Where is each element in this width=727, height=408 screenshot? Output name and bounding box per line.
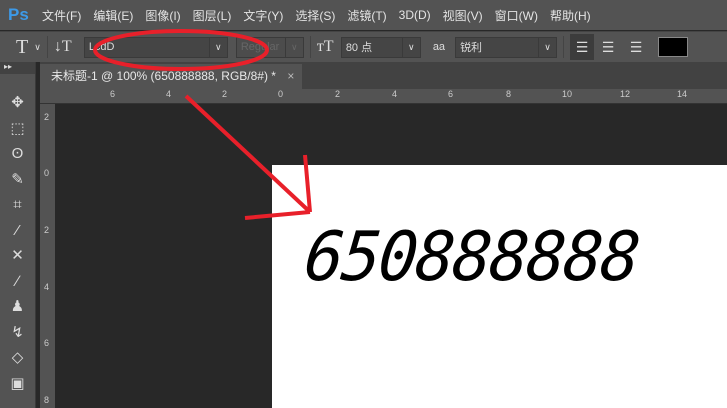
menu-filter[interactable]: 滤镜(T) [347,7,386,24]
ruler-label: 2 [44,225,50,235]
align-left-button[interactable]: ☰ [570,34,595,60]
horizontal-ruler: 6 4 2 0 2 4 6 8 10 12 14 [40,89,727,104]
ruler-label: 6 [110,89,116,99]
antialias-value: 锐利 [460,42,483,54]
chevron-down-icon: ∨ [208,37,227,57]
align-center-button[interactable]: ☰ [594,39,622,56]
font-family-select[interactable]: LcdD ∨ [83,36,228,58]
document-tab-bar: 未标题-1 @ 100% (650888888, RGB/8#) * × [40,62,727,89]
ruler-label: 10 [562,89,573,99]
menu-help[interactable]: 帮助(H) [550,7,591,24]
menu-image[interactable]: 图像(I) [145,7,180,24]
ruler-label: 6 [44,338,50,348]
menu-file[interactable]: 文件(F) [42,7,81,24]
chevron-down-icon: ∨ [401,37,420,57]
font-style-value: Regular [240,41,280,53]
antialias-icon: aa [432,41,446,53]
lasso-tool-icon[interactable]: ʘ [0,141,35,167]
ruler-label: 8 [506,89,512,99]
tools-panel: ▸▸ ✥ ⬚ ʘ ✎ ⌗ ⁄ ✕ ∕ ♟ ↯ ◇ ▣ [0,62,36,408]
ruler-label: 4 [392,89,398,99]
menu-type[interactable]: 文字(Y) [243,7,283,24]
chevron-down-icon: ∨ [538,37,556,57]
ruler-label: 14 [677,89,688,99]
orientation-toggle-icon[interactable]: ↓T [54,38,76,56]
type-tool-icon[interactable]: T [16,36,28,59]
ruler-label: 6 [448,89,454,99]
close-tab-icon[interactable]: × [287,69,294,83]
menu-bar: Ps 文件(F) 编辑(E) 图像(I) 图层(L) 文字(Y) 选择(S) 滤… [0,0,727,30]
move-tool-icon[interactable]: ✥ [0,90,35,116]
menu-3d[interactable]: 3D(D) [399,8,431,22]
menu-select[interactable]: 选择(S) [295,7,335,24]
quick-select-tool-icon[interactable]: ✎ [0,167,35,193]
ruler-label: 0 [278,89,284,99]
menu-edit[interactable]: 编辑(E) [93,7,133,24]
eyedropper-tool-icon[interactable]: ⁄ [0,218,35,244]
ruler-label: 4 [166,89,172,99]
menu-view[interactable]: 视图(V) [443,7,483,24]
font-size-select[interactable]: 80 点 ∨ [340,36,421,58]
font-family-value: LcdD [88,41,115,53]
stamp-tool-icon[interactable]: ♟ [0,294,35,320]
align-right-button[interactable]: ☰ [622,39,650,56]
options-bar: T ∨ ↓T LcdD ∨ Regular ∨ ᴛT 80 点 ∨ aa 锐利 ∨ ☰ … [0,31,727,62]
eraser-tool-icon[interactable]: ◇ [0,345,35,371]
ps-logo: Ps [8,5,29,24]
ruler-label: 12 [620,89,631,99]
font-size-icon: ᴛT [316,38,334,55]
chevron-down-icon: ∨ [284,37,303,57]
gradient-tool-icon[interactable]: ▣ [0,371,35,397]
menu-layer[interactable]: 图层(L) [193,7,232,24]
font-style-select[interactable]: Regular ∨ [235,36,304,58]
healing-tool-icon[interactable]: ✕ [0,243,35,269]
text-color-swatch[interactable] [658,37,689,57]
ruler-label: 4 [44,282,50,292]
document-tab-title: 未标题-1 @ 100% (650888888, RGB/8#) * [51,69,276,83]
vertical-ruler: 2 0 2 4 6 8 [40,104,55,408]
history-brush-tool-icon[interactable]: ↯ [0,320,35,346]
menu-window[interactable]: 窗口(W) [495,7,538,24]
ruler-label: 2 [335,89,341,99]
document-tab[interactable]: 未标题-1 @ 100% (650888888, RGB/8#) * × [40,64,302,89]
collapse-icon[interactable]: ▸▸ [0,62,35,74]
brush-tool-icon[interactable]: ∕ [0,269,35,295]
marquee-tool-icon[interactable]: ⬚ [0,116,35,142]
font-size-value: 80 点 [345,42,373,54]
antialias-select[interactable]: 锐利 ∨ [455,36,558,58]
ruler-label: 0 [44,168,50,178]
crop-tool-icon[interactable]: ⌗ [0,192,35,218]
canvas-text-layer[interactable]: 650888888 [301,218,642,297]
ruler-label: 2 [44,112,50,122]
chevron-down-icon[interactable]: ∨ [34,42,41,53]
ruler-label: 8 [44,395,50,405]
ruler-label: 2 [222,89,228,99]
